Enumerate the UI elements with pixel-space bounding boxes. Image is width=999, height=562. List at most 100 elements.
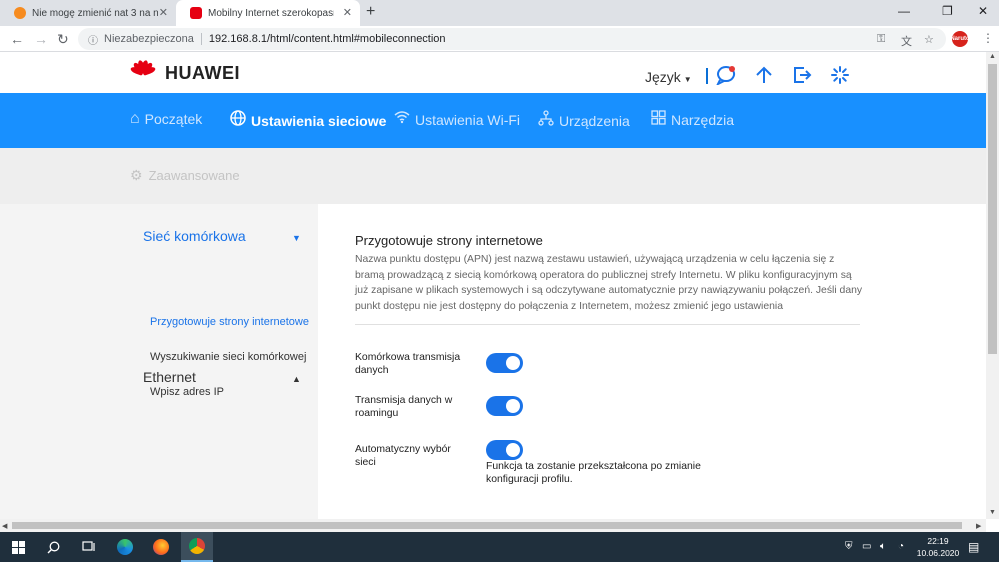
security-shield-icon[interactable]: ⛨	[845, 541, 853, 552]
wifi-status-icon[interactable]: ◔	[898, 541, 904, 552]
browser-tab-active[interactable]: Mobilny Internet szerokopasmowy ✕	[176, 0, 360, 26]
windows-taskbar: ⛨ ▭ 🔈︎ ◔ 22:19 10.06.2020 ▤	[0, 532, 999, 562]
volume-icon[interactable]: 🔈︎	[880, 541, 886, 552]
vertical-scroll-thumb[interactable]	[988, 64, 997, 354]
notification-center-icon[interactable]: ▤	[968, 540, 979, 554]
header-divider	[706, 68, 708, 84]
sidebar-section-mobile-network[interactable]: Sieć komórkowa	[143, 228, 246, 244]
scroll-up-icon[interactable]: ▲	[989, 53, 996, 60]
minimize-icon[interactable]: —	[898, 4, 910, 18]
wifi-icon	[394, 110, 410, 129]
browser-menu-icon[interactable]: ⋮	[982, 31, 994, 45]
huawei-petals-icon	[128, 59, 158, 86]
chevron-up-icon[interactable]: ▲	[292, 374, 301, 384]
toggle-knob	[506, 399, 520, 413]
nav-item-home[interactable]: ⌂ Początek	[130, 110, 202, 128]
loading-spinner-icon	[830, 65, 850, 89]
language-selector[interactable]: Język ▼	[645, 69, 692, 85]
chrome-icon[interactable]	[181, 532, 213, 562]
clock-date: 10.06.2020	[916, 548, 960, 558]
new-tab-button[interactable]: +	[366, 3, 375, 21]
huawei-logo[interactable]: HUAWEI	[128, 59, 240, 86]
nav-item-wifi-settings[interactable]: Ustawienia Wi-Fi	[394, 110, 520, 129]
brand-name: HUAWEI	[165, 62, 240, 83]
close-window-icon[interactable]: ✕	[978, 4, 988, 18]
settings-panel: Przygotowuje strony internetowe Nazwa pu…	[318, 204, 986, 519]
bookmark-star-icon[interactable]: ☆	[924, 33, 934, 46]
mobile-data-label: Komórkowa transmisja danych	[355, 352, 461, 376]
language-label: Język	[645, 69, 681, 85]
main-navigation: ⌂ Początek Ustawienia sieciowe Ustawieni…	[0, 93, 986, 148]
auto-network-label: Automatyczny wybór sieci	[355, 444, 451, 468]
sidebar-section-ethernet[interactable]: Ethernet	[143, 369, 196, 385]
windows-start-icon[interactable]	[4, 532, 32, 562]
restore-icon[interactable]: ❐	[942, 4, 953, 18]
key-icon[interactable]: ⚿	[877, 33, 885, 46]
nav-item-network-settings[interactable]: Ustawienia sieciowe	[230, 110, 386, 131]
nav-item-label: Ustawienia Wi-Fi	[415, 111, 521, 128]
forward-icon[interactable]: →	[34, 31, 48, 47]
tools-grid-icon	[651, 110, 666, 130]
forum-favicon-icon	[14, 7, 26, 19]
chevron-down-icon: ▼	[683, 75, 692, 84]
clock-time: 22:19	[927, 536, 949, 546]
nav-item-devices[interactable]: Urządzenia	[538, 110, 630, 131]
panel-description: Nazwa punktu dostępu (APN) jest nazwą ze…	[355, 254, 863, 312]
sidebar-item-ip-address[interactable]: Wpisz adres IP	[150, 386, 224, 398]
address-separator	[200, 33, 202, 45]
scroll-right-icon[interactable]: ▶	[976, 522, 981, 530]
tab-close-icon[interactable]: ✕	[343, 7, 352, 19]
network-icon[interactable]: ▭	[862, 541, 871, 552]
toggle-knob	[506, 356, 520, 370]
panel-title: Przygotowuje strony internetowe	[355, 233, 543, 248]
auto-network-note: Funkcja ta zostanie przekształcona po zm…	[486, 461, 701, 485]
search-icon[interactable]	[38, 532, 68, 562]
security-label: Niezabezpieczona	[104, 33, 194, 45]
gear-icon: ⚙	[130, 167, 143, 183]
nav-item-label: Urządzenia	[559, 112, 630, 129]
back-icon[interactable]: ←	[10, 31, 24, 47]
nav-item-label: Ustawienia sieciowe	[251, 112, 387, 129]
page-viewport: HUAWEI Język ▼ ⌂ Początek Ustawienia siec…	[0, 52, 986, 519]
huawei-favicon-icon	[190, 7, 202, 19]
mobile-data-toggle[interactable]	[486, 353, 523, 373]
reload-icon[interactable]: ↻	[57, 31, 69, 47]
browser-tab-strip: Nie mogę zmienić nat 3 na nat 2 ✕ Mobiln…	[0, 0, 999, 26]
translate-icon[interactable]: 文	[901, 33, 912, 49]
horizontal-scroll-thumb[interactable]	[12, 522, 962, 529]
info-icon[interactable]: ⓘ	[88, 32, 98, 47]
sidebar-item-apn[interactable]: Przygotowuje strony internetowe	[150, 316, 309, 328]
tab-title: Mobilny Internet szerokopasmowy	[208, 7, 334, 19]
roaming-toggle[interactable]	[486, 396, 523, 416]
horizontal-scrollbar[interactable]: ◀ ▶	[0, 519, 986, 532]
firefox-icon[interactable]	[146, 532, 176, 562]
auto-network-toggle[interactable]	[486, 440, 523, 460]
nav-item-tools[interactable]: Narzędzia	[651, 110, 734, 130]
tab-title: Nie mogę zmienić nat 3 na nat 2	[32, 7, 158, 19]
nav-item-label: Początek	[144, 111, 203, 127]
scroll-down-icon[interactable]: ▼	[989, 509, 996, 516]
browser-tab[interactable]: Nie mogę zmienić nat 3 na nat 2 ✕	[0, 0, 176, 26]
url-text[interactable]: 192.168.8.1/html/content.html#mobileconn…	[209, 33, 446, 45]
sidebar-item-network-search[interactable]: Wyszukiwanie sieci komórkowej	[150, 351, 306, 363]
edge-browser-icon[interactable]	[110, 532, 140, 562]
panel-divider	[355, 324, 860, 325]
address-bar[interactable]: ⓘ Niezabezpieczona 192.168.8.1/html/cont…	[78, 28, 946, 50]
home-icon: ⌂	[130, 110, 140, 127]
tab-advanced[interactable]: ⚙ Zaawansowane	[130, 167, 240, 184]
browser-toolbar: ← → ↻ ⓘ Niezabezpieczona 192.168.8.1/htm…	[0, 26, 999, 52]
logout-icon[interactable]	[792, 65, 812, 89]
vertical-scrollbar[interactable]: ▲ ▼	[986, 52, 999, 519]
sub-navigation: ⚙ Zaawansowane	[0, 148, 986, 204]
unread-badge	[729, 66, 735, 72]
system-clock[interactable]: 22:19 10.06.2020	[915, 535, 961, 559]
devices-icon	[538, 110, 554, 131]
chevron-down-icon[interactable]: ▼	[292, 233, 301, 243]
nav-item-label: Narzędzia	[671, 112, 735, 128]
tab-close-icon[interactable]: ✕	[159, 7, 168, 19]
profile-avatar[interactable]: Naruto	[950, 31, 970, 47]
upload-arrow-icon[interactable]	[754, 65, 774, 89]
task-view-icon[interactable]	[74, 532, 104, 562]
scroll-left-icon[interactable]: ◀	[2, 522, 7, 530]
tab-advanced-label: Zaawansowane	[148, 168, 240, 183]
